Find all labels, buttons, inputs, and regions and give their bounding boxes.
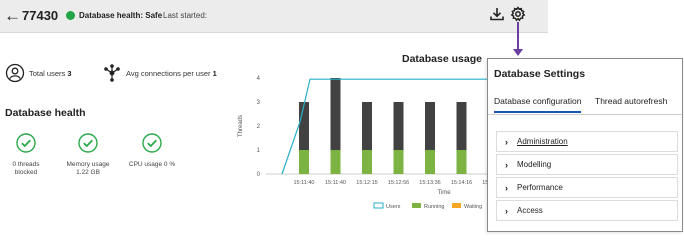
- bar-running: [299, 150, 309, 174]
- threads-blocked-check: 0 threads blocked: [4, 133, 48, 177]
- x-tick-label: 15:11:40: [325, 180, 346, 186]
- accordion-access[interactable]: › Access: [496, 200, 678, 221]
- back-arrow-icon[interactable]: ←: [4, 6, 21, 26]
- y-tick-label: 1: [257, 148, 261, 154]
- accordion-label-access: Access: [517, 206, 543, 215]
- legend-label: Waiting: [464, 204, 482, 210]
- y-axis-label: Threads: [238, 115, 244, 137]
- accordion-performance[interactable]: › Performance: [496, 177, 678, 198]
- chevron-right-icon: ›: [505, 205, 508, 216]
- bar-running: [456, 150, 467, 174]
- total-users-stat: Total users 3: [5, 62, 72, 84]
- accordion-label-modelling: Modelling: [517, 160, 552, 169]
- accordion-modelling[interactable]: › Modelling: [496, 154, 678, 175]
- x-tick-label: 15:14:16: [451, 180, 472, 186]
- check-circle-icon: [142, 133, 162, 153]
- top-bar: ← 77430 Database health: Safe Last start…: [0, 0, 548, 33]
- y-tick-label: 2: [257, 124, 261, 130]
- x-tick-label: 15:11:40: [293, 180, 314, 186]
- database-settings-panel: Database Settings Database configuration…: [487, 58, 683, 232]
- threads-blocked-line2: blocked: [14, 169, 38, 176]
- bar-idle: [456, 102, 467, 150]
- cpu-usage-line1: CPU usage 0 %: [128, 161, 176, 168]
- total-users-label: Total users: [29, 68, 66, 78]
- legend-swatch: [452, 203, 461, 208]
- legend-swatch: [412, 203, 421, 208]
- gear-icon[interactable]: [510, 6, 526, 22]
- user-icon: [5, 63, 25, 83]
- network-icon: [104, 64, 120, 82]
- legend-label: Running: [424, 204, 445, 210]
- y-tick-label: 4: [257, 76, 261, 82]
- bar-running: [330, 150, 341, 174]
- bar-running: [393, 150, 404, 174]
- database-health-title: Database health: [5, 107, 86, 119]
- accordion-administration[interactable]: › Administration: [496, 131, 678, 152]
- tab-thread-autorefresh[interactable]: Thread autorefresh: [595, 96, 667, 106]
- avg-connections-stat: Avg connections per user 1: [102, 62, 217, 84]
- bar-idle: [299, 102, 309, 150]
- y-tick-label: 0: [257, 172, 261, 178]
- settings-tabs: Database configuration Thread autorefres…: [488, 91, 682, 115]
- bar-idle: [362, 102, 372, 150]
- cpu-usage-check: CPU usage 0 %: [128, 133, 176, 169]
- annotation-arrow-line: [517, 22, 519, 50]
- bar-idle: [393, 102, 404, 150]
- accordion-label-performance: Performance: [517, 183, 563, 192]
- memory-usage-line2: 1.22 GB: [76, 169, 100, 176]
- y-tick-label: 3: [257, 100, 261, 106]
- download-icon[interactable]: [489, 6, 505, 22]
- check-circle-icon: [78, 133, 98, 153]
- database-usage-title: Database usage: [402, 53, 482, 65]
- check-circle-icon: [16, 133, 36, 153]
- accordion-label-administration: Administration: [517, 137, 568, 146]
- usage-chart-svg: Threads 0 1 2 3 4 15:11:40 15:11:40 15:12:15 15:1…: [238, 76, 504, 210]
- health-status-label: Database health: Safe: [79, 11, 163, 20]
- x-tick-label: 15:12:56: [388, 180, 409, 186]
- total-users-value: 3: [67, 68, 72, 78]
- x-axis-label: Time: [437, 190, 451, 196]
- bar-idle: [425, 102, 435, 150]
- memory-usage-check: Memory usage 1.22 GB: [66, 133, 110, 177]
- memory-usage-line1: Memory usage: [66, 161, 110, 168]
- database-usage-chart: Threads 0 1 2 3 4 15:11:40 15:11:40 15:12:15 15:1…: [232, 66, 504, 216]
- annotation-arrow-head: [513, 49, 523, 56]
- chevron-right-icon: ›: [505, 182, 508, 193]
- x-tick-label: 15:13:36: [419, 180, 440, 186]
- avg-connections-label: Avg connections per user: [126, 68, 211, 78]
- legend-label: Users: [386, 204, 401, 210]
- x-tick-label: 15:12:15: [356, 180, 377, 186]
- database-id: 77430: [22, 8, 59, 23]
- settings-panel-title: Database Settings: [494, 68, 586, 80]
- threads-blocked-line1: 0 threads: [12, 161, 40, 168]
- tab-database-configuration[interactable]: Database configuration: [494, 96, 582, 113]
- legend-swatch: [373, 202, 384, 209]
- bar-running: [425, 150, 435, 174]
- chevron-right-icon: ›: [505, 136, 508, 147]
- bar-idle: [330, 78, 341, 150]
- bar-running: [362, 150, 372, 174]
- chevron-right-icon: ›: [505, 159, 508, 170]
- health-status-dot: [66, 11, 75, 20]
- last-started-label: Last started:: [163, 11, 208, 20]
- avg-connections-value: 1: [212, 68, 217, 78]
